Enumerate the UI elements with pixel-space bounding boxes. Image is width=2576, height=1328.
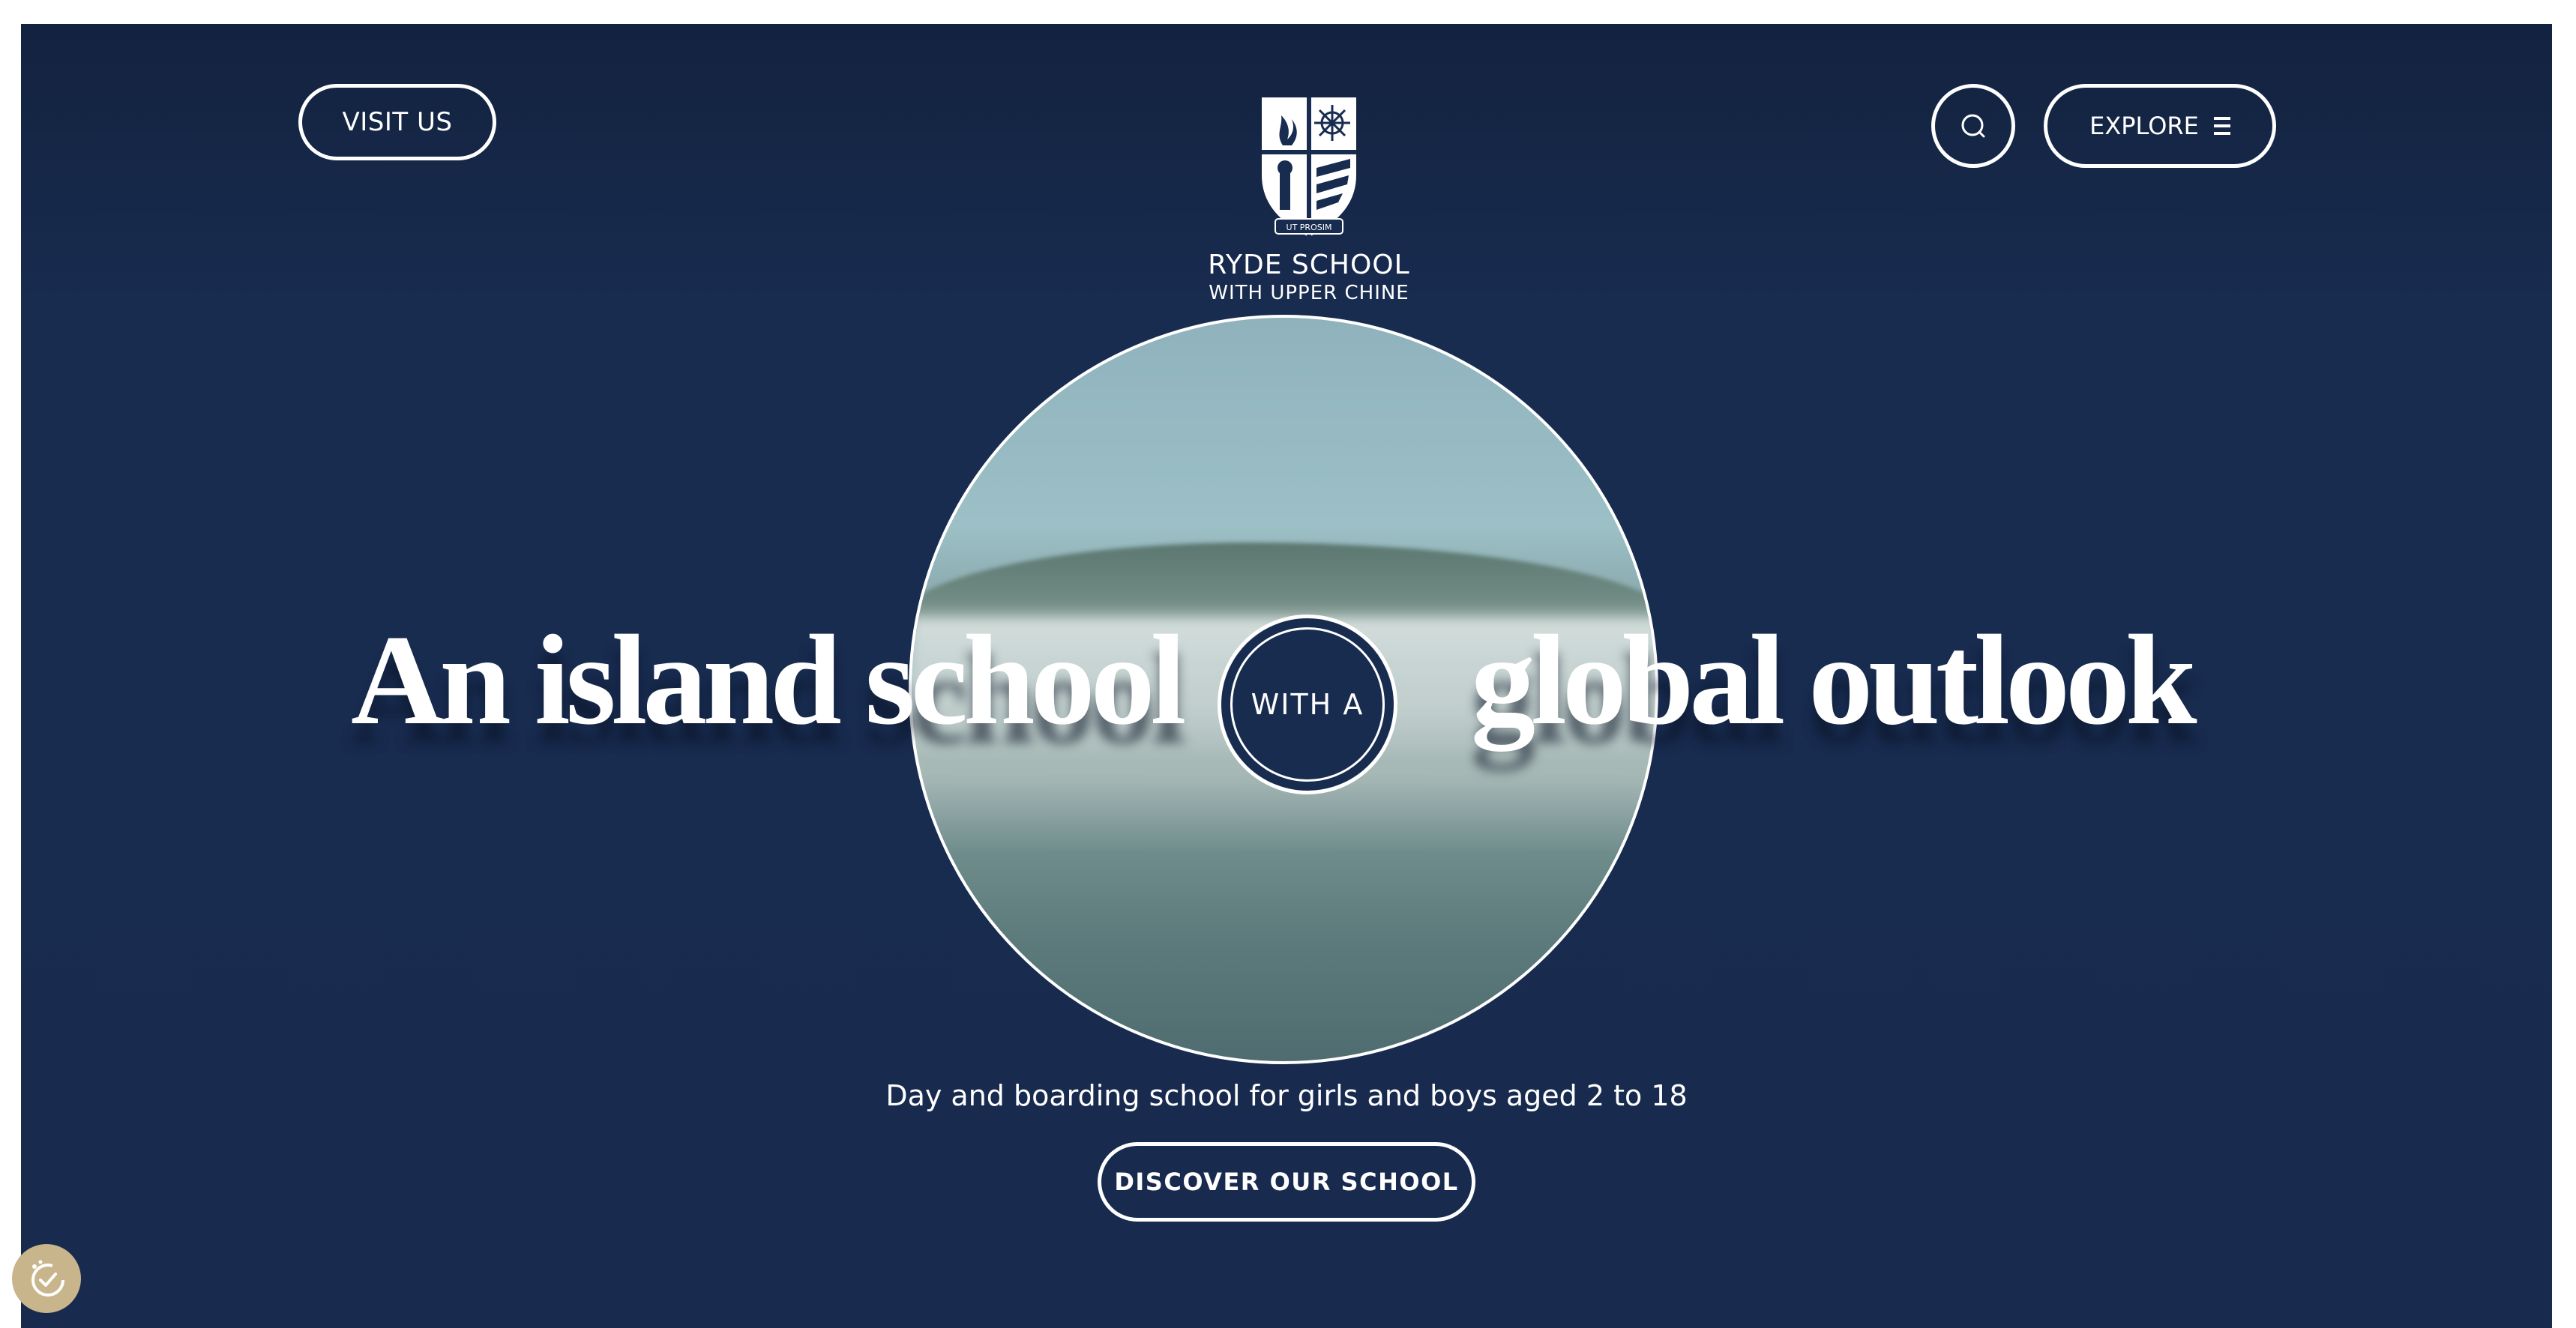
accessibility-check-icon — [31, 1260, 64, 1297]
visit-us-button[interactable]: VISIT US — [298, 84, 496, 160]
discover-our-school-button[interactable]: DISCOVER OUR SCHOOL — [1098, 1142, 1475, 1222]
search-button[interactable] — [1931, 84, 2015, 168]
accessibility-button[interactable] — [12, 1244, 81, 1313]
with-a-badge: WITH A — [1218, 615, 1397, 794]
hamburger-icon — [2213, 117, 2230, 135]
logo-school-subtitle: WITH UPPER CHINE — [1209, 282, 1409, 304]
discover-label: DISCOVER OUR SCHOOL — [1114, 1168, 1459, 1196]
with-a-text: WITH A — [1251, 688, 1364, 721]
explore-menu-button[interactable]: EXPLORE — [2044, 84, 2276, 168]
school-crest-icon: UT PROSIM — [1262, 97, 1356, 240]
headline-right: global outlook — [1471, 609, 2197, 752]
search-icon — [1961, 114, 1985, 138]
visit-us-label: VISIT US — [342, 107, 453, 137]
logo-school-name: RYDE SCHOOL — [1208, 250, 1410, 280]
page: VISIT US UT PROSIM RYDE SCHOOL WITH UPPE… — [0, 0, 2576, 1328]
school-logo[interactable]: UT PROSIM RYDE SCHOOL WITH UPPER CHINE — [1191, 93, 1427, 304]
explore-label: EXPLORE — [2089, 112, 2199, 140]
logo-motto: UT PROSIM — [1287, 223, 1332, 232]
hero-tagline: Day and boarding school for girls and bo… — [885, 1079, 1688, 1112]
headline-left: An island school — [351, 609, 1186, 752]
hero-section: VISIT US UT PROSIM RYDE SCHOOL WITH UPPE… — [21, 24, 2552, 1328]
